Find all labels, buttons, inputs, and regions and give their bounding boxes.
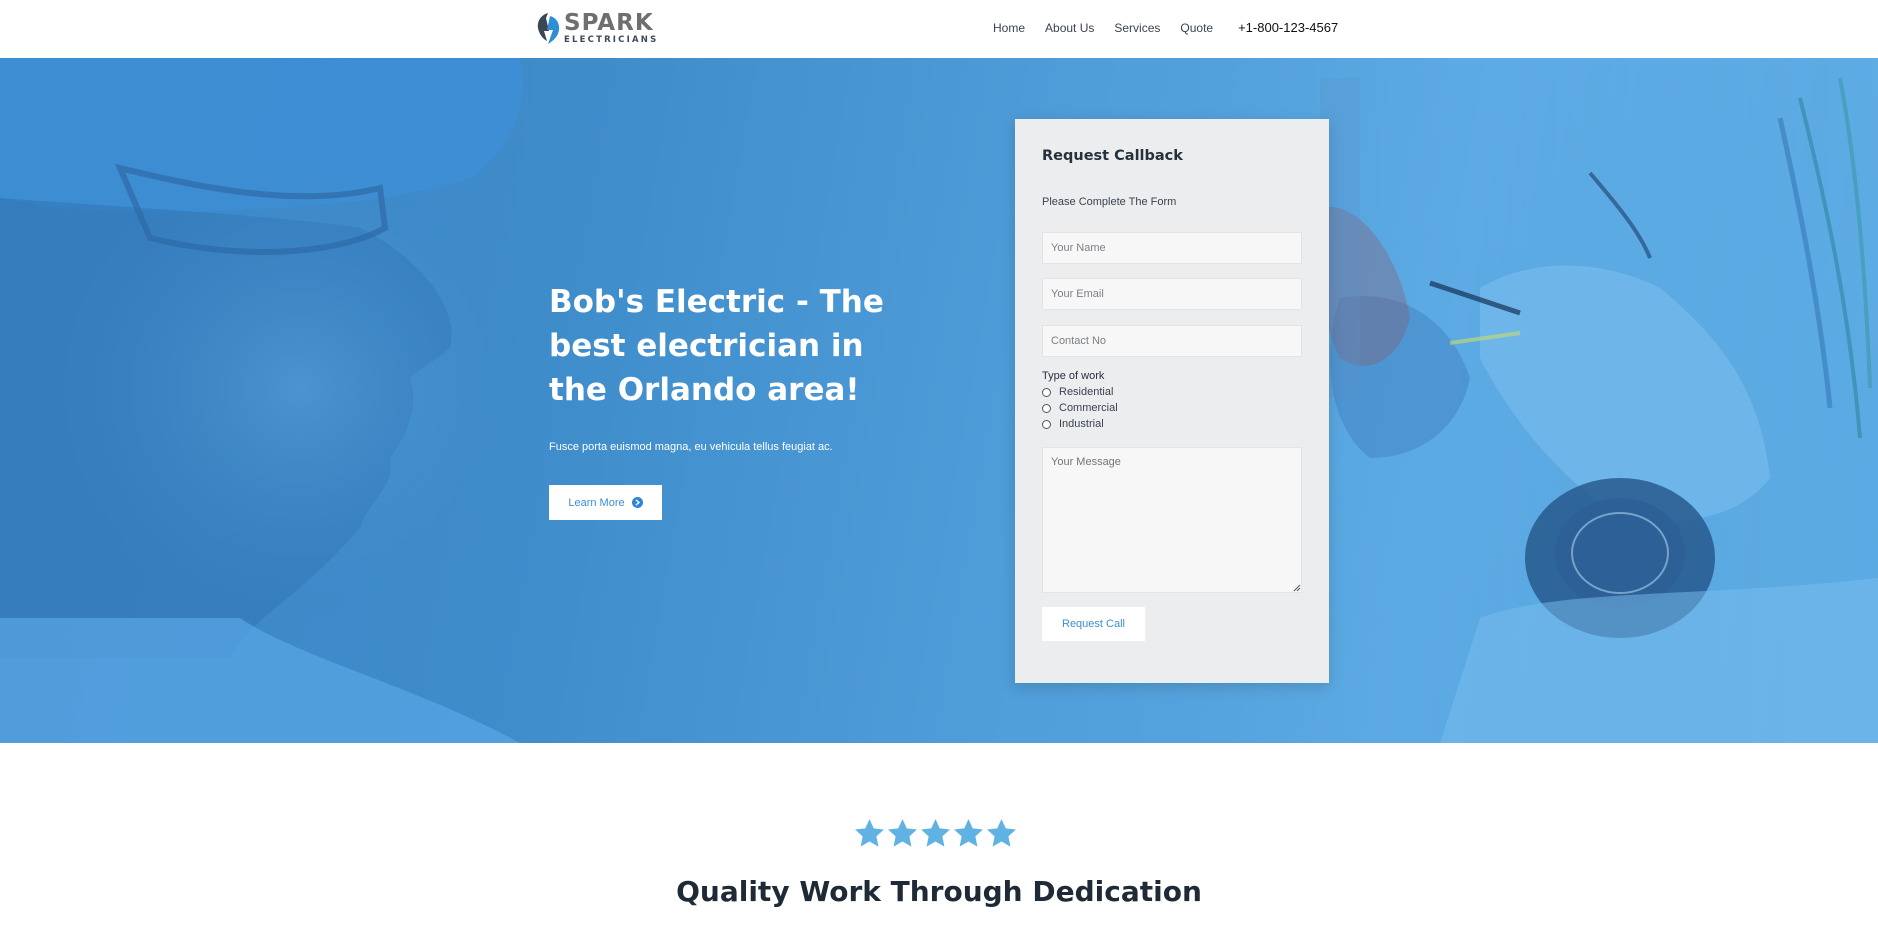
star-icon xyxy=(855,819,884,847)
callback-form: Request Callback Please Complete The For… xyxy=(1015,119,1329,683)
learn-more-label: Learn More xyxy=(568,496,625,509)
radio-circle-icon[interactable] xyxy=(1042,419,1051,429)
logo-subtitle: ELECTRICIANS xyxy=(564,35,659,45)
hero-subtext: Fusce porta euismod magna, eu vehicula t… xyxy=(549,441,833,453)
request-call-button[interactable]: Request Call xyxy=(1042,607,1145,641)
radio-commercial[interactable]: Commercial xyxy=(1042,402,1118,414)
lightning-bolt-icon xyxy=(537,13,560,44)
nav-quote[interactable]: Quote xyxy=(1180,21,1213,35)
nav-about-us[interactable]: About Us xyxy=(1045,21,1094,35)
radio-commercial-label: Commercial xyxy=(1059,402,1118,414)
form-title: Request Callback xyxy=(1042,148,1183,164)
learn-more-button[interactable]: Learn More xyxy=(549,485,662,520)
form-subtitle: Please Complete The Form xyxy=(1042,196,1177,208)
radio-circle-icon[interactable] xyxy=(1042,403,1051,413)
name-field[interactable] xyxy=(1042,232,1302,264)
hero-background-image xyxy=(0,58,1878,743)
radio-industrial-label: Industrial xyxy=(1059,418,1104,430)
radio-circle-icon[interactable] xyxy=(1042,387,1051,397)
quality-heading: Quality Work Through Dedication xyxy=(676,875,1202,908)
rating-stars xyxy=(853,817,1018,850)
star-icon xyxy=(888,819,917,847)
hero-headline: Bob's Electric - The best electrician in… xyxy=(549,284,884,408)
radio-industrial[interactable]: Industrial xyxy=(1042,418,1104,430)
type-of-work-label: Type of work xyxy=(1042,370,1105,382)
nav-services[interactable]: Services xyxy=(1114,21,1160,35)
hero-section: Bob's Electric - The best electrician in… xyxy=(0,58,1878,743)
radio-residential-label: Residential xyxy=(1059,386,1114,398)
radio-residential[interactable]: Residential xyxy=(1042,386,1113,398)
logo[interactable]: SPARK ELECTRICIANS xyxy=(536,12,658,45)
contact-field[interactable] xyxy=(1042,325,1302,357)
arrow-circle-right-icon xyxy=(631,497,643,508)
email-field[interactable] xyxy=(1042,278,1302,310)
resize-grip-icon[interactable] xyxy=(1293,584,1301,592)
star-icon xyxy=(954,819,983,847)
phone-number[interactable]: +1-800-123-4567 xyxy=(1238,20,1338,35)
main-nav: Home About Us Services Quote +1-800-123-… xyxy=(993,20,1338,35)
site-header: SPARK ELECTRICIANS Home About Us Service… xyxy=(0,0,1878,58)
message-field[interactable] xyxy=(1042,447,1302,593)
logo-word: SPARK xyxy=(564,10,654,36)
star-icon xyxy=(987,819,1016,847)
nav-home[interactable]: Home xyxy=(993,21,1025,35)
star-icon xyxy=(921,819,950,847)
